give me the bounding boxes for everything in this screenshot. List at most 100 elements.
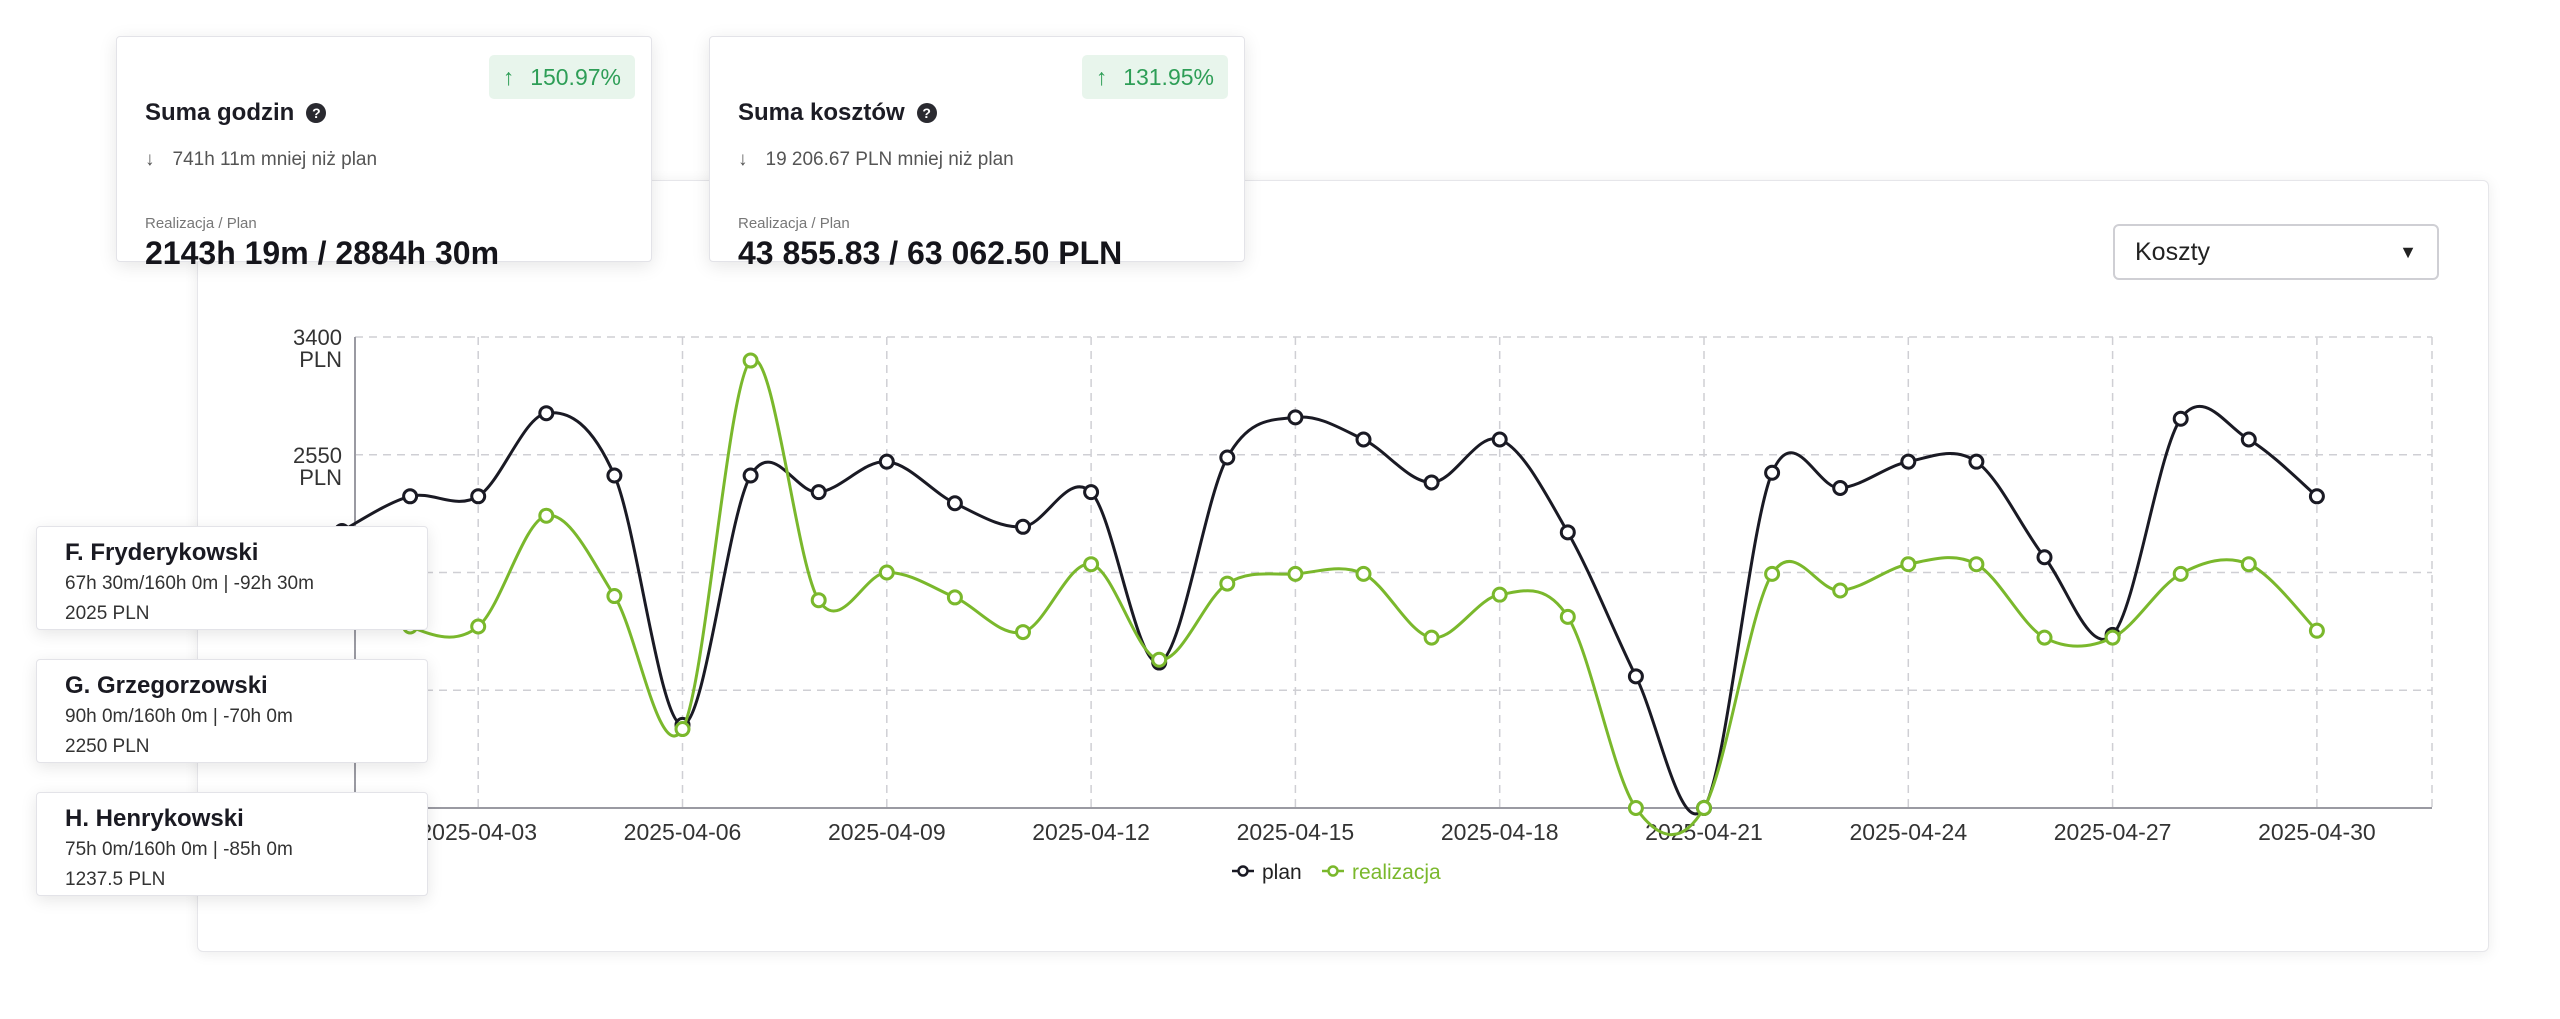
help-circle-icon[interactable]: ?: [916, 103, 937, 123]
costs-summary-card: Suma kosztów ? ↑ 131.95% ↓ 19 206.67 PLN…: [709, 36, 1245, 271]
employee-hours: 75h 0m/160h 0m | -85h 0m: [65, 839, 293, 860]
employee-name: G. Grzegorzowski: [65, 672, 268, 699]
data-point-plan: [2036, 549, 2053, 566]
data-point-realizacja: [1696, 800, 1712, 816]
x-tick-label: 2025-04-12: [1032, 819, 1150, 845]
data-point-plan: [470, 488, 487, 505]
employee-card-grzegorzowski[interactable]: G. Grzegorzowski 90h 0m/160h 0m | -70h 0…: [36, 659, 428, 763]
employee-cost: 2250 PLN: [65, 736, 150, 757]
costs-card-title: Suma kosztów ?: [738, 99, 937, 127]
employee-hours: 90h 0m/160h 0m | -70h 0m: [65, 706, 293, 727]
legend-label-realizacja: realizacja: [1352, 861, 1441, 884]
data-point-realizacja: [1423, 629, 1440, 646]
data-point-realizacja: [2308, 622, 2325, 639]
costs-delta: ↓ 19 206.67 PLN mniej niż plan: [738, 149, 1014, 171]
data-point-realizacja: [1968, 556, 1985, 573]
y-tick-label-line: PLN: [299, 465, 342, 490]
employee-card-fryderykowski[interactable]: F. Fryderykowski 67h 30m/160h 0m | -92h …: [36, 526, 428, 630]
hours-percent-badge: ↑ 150.97%: [488, 55, 635, 99]
hours-card-title: Suma godzin ?: [145, 99, 327, 127]
costs-percent-badge: ↑ 131.95%: [1081, 55, 1228, 99]
y-tick-label: 2550 PLN: [293, 443, 342, 490]
data-point-realizacja: [946, 589, 963, 606]
data-point-realizacja: [1832, 582, 1849, 599]
costs-percent-value: 131.95%: [1123, 63, 1214, 90]
employee-name: F. Fryderykowski: [65, 539, 259, 566]
data-point-plan: [1083, 484, 1100, 501]
series-line-plan: [341, 404, 2318, 816]
data-point-realizacja: [1559, 608, 1576, 625]
y-tick-label-line: PLN: [299, 347, 342, 372]
data-point-plan: [1627, 668, 1644, 685]
data-point-plan: [402, 488, 419, 505]
data-point-plan: [946, 495, 963, 512]
data-point-realizacja: [810, 592, 827, 609]
data-point-plan: [878, 453, 895, 470]
hours-sub-label: Realizacja / Plan: [145, 215, 257, 232]
data-point-realizacja: [1764, 565, 1781, 582]
data-point-plan: [2172, 410, 2189, 427]
x-tick-label: 2025-04-06: [624, 819, 742, 845]
hours-delta-text: 741h 11m mniej niż plan: [172, 149, 378, 170]
data-point-realizacja: [1355, 565, 1372, 582]
data-point-realizacja: [1627, 800, 1644, 816]
data-point-realizacja: [674, 721, 691, 738]
employee-card-henrykowski[interactable]: H. Henrykowski 75h 0m/160h 0m | -85h 0m …: [36, 792, 428, 896]
legend-label-plan: plan: [1262, 861, 1302, 884]
series-line-realizacja: [341, 357, 2318, 837]
x-tick-label: 2025-04-27: [2054, 819, 2172, 845]
data-point-realizacja: [1219, 575, 1236, 592]
data-point-realizacja: [2104, 629, 2121, 646]
data-point-realizacja: [606, 588, 623, 605]
employee-cost: 1237.5 PLN: [65, 869, 166, 890]
data-point-realizacja: [2172, 565, 2189, 582]
data-point-realizacja: [2240, 556, 2257, 573]
data-point-plan: [1423, 474, 1440, 491]
data-point-realizacja: [1151, 651, 1168, 668]
employee-cost: 2025 PLN: [65, 603, 150, 624]
data-point-plan: [810, 484, 827, 501]
data-point-plan: [1355, 431, 1372, 448]
data-point-plan: [1832, 479, 1849, 496]
data-point-plan: [1015, 518, 1031, 535]
data-point-plan: [1764, 464, 1781, 481]
data-point-realizacja: [1491, 586, 1508, 603]
data-point-plan: [1219, 449, 1236, 466]
data-point-plan: [2240, 431, 2257, 448]
data-point-plan: [742, 467, 759, 484]
data-point-realizacja: [1015, 624, 1031, 641]
data-point-realizacja: [538, 507, 555, 524]
data-point-realizacja: [1083, 556, 1100, 573]
y-tick-label: 3400 PLN: [293, 325, 342, 372]
arrow-up-icon: ↑: [502, 63, 515, 90]
costs-value: 43 855.83 / 63 062.50 PLN: [738, 235, 1123, 271]
x-tick-label: 2025-04-18: [1441, 819, 1559, 845]
x-tick-label: 2025-04-03: [419, 819, 537, 845]
employee-name: H. Henrykowski: [65, 805, 244, 832]
x-tick-label: 2025-04-30: [2258, 819, 2376, 845]
data-point-realizacja: [470, 618, 487, 635]
data-point-plan: [2308, 488, 2325, 505]
costs-sub-label: Realizacja / Plan: [738, 215, 850, 232]
legend-marker-plan: [1237, 865, 1249, 877]
costs-card-title-text: Suma kosztów: [738, 99, 905, 126]
arrow-down-icon: ↓: [145, 149, 155, 170]
hours-summary-card: Suma godzin ? ↑ 150.97% ↓ 741h 11m mniej…: [116, 36, 652, 271]
help-circle-icon[interactable]: ?: [306, 103, 327, 123]
legend-marker-realizacja: [1327, 865, 1339, 877]
data-point-plan: [1900, 453, 1917, 470]
data-point-plan: [538, 405, 555, 422]
hours-percent-value: 150.97%: [530, 63, 621, 90]
hours-delta: ↓ 741h 11m mniej niż plan: [145, 149, 377, 171]
employee-hours: 67h 30m/160h 0m | -92h 30m: [65, 573, 314, 594]
data-point-realizacja: [878, 564, 895, 581]
data-point-plan: [1968, 453, 1985, 470]
data-point-realizacja: [742, 352, 759, 369]
hours-value: 2143h 19m / 2884h 30m: [145, 235, 500, 271]
data-point-plan: [1287, 409, 1304, 426]
data-point-realizacja: [1900, 556, 1917, 573]
x-tick-label: 2025-04-15: [1237, 819, 1355, 845]
data-point-plan: [1559, 524, 1576, 541]
arrow-up-icon: ↑: [1095, 63, 1108, 90]
costs-delta-text: 19 206.67 PLN mniej niż plan: [765, 149, 1014, 170]
